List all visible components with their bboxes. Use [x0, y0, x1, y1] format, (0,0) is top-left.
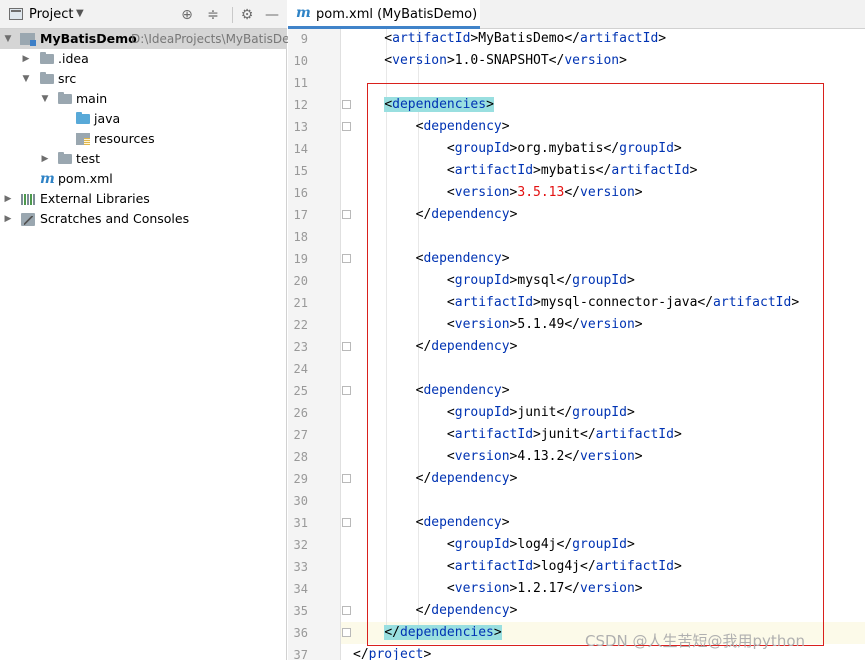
tree-item-label: test	[76, 151, 101, 166]
folder-icon	[40, 52, 54, 64]
project-tool-window: Project ▼ ⊕ ≑ ⚙ — ▼ MyBatisDemo D:\IdeaP…	[0, 0, 290, 660]
maven-icon: m	[296, 5, 311, 21]
folder-icon	[40, 72, 54, 84]
libraries-icon	[21, 194, 36, 205]
line-number: 34	[293, 582, 308, 596]
collapsed-arrow-icon[interactable]: ▶	[40, 149, 50, 169]
fold-marker-icon[interactable]	[342, 386, 351, 395]
tree-item-pom-xml[interactable]: m pom.xml	[0, 169, 287, 189]
fold-marker-icon[interactable]	[342, 100, 351, 109]
tree-item-external-libraries[interactable]: ▶ External Libraries	[0, 189, 287, 209]
resources-folder-icon	[76, 133, 90, 145]
tree-item-test[interactable]: ▶ test	[0, 149, 287, 169]
editor-tab-bar: m pom.xml (MyBatisDemo)	[288, 0, 865, 29]
hide-panel-icon[interactable]: —	[263, 6, 281, 24]
line-number: 32	[293, 538, 308, 552]
line-number: 30	[293, 494, 308, 508]
toolbar-separator	[232, 7, 233, 23]
dependencies-highlight-box	[367, 83, 824, 646]
project-view-icon	[9, 8, 23, 20]
line-number: 10	[293, 54, 308, 68]
code-line[interactable]: </project>	[353, 644, 431, 660]
locate-file-icon[interactable]: ⊕	[178, 6, 196, 24]
tree-item-main[interactable]: ▼ main	[0, 89, 287, 109]
expand-arrow-icon[interactable]: ▼	[21, 69, 31, 89]
tree-item-src[interactable]: ▼ src	[0, 69, 287, 89]
collapsed-arrow-icon[interactable]: ▶	[3, 209, 13, 229]
source-folder-icon	[76, 112, 90, 124]
line-number: 13	[293, 120, 308, 134]
line-number: 28	[293, 450, 308, 464]
line-number: 12	[293, 98, 308, 112]
module-path: D:\IdeaProjects\MyBatisDe	[131, 32, 290, 46]
folder-icon	[58, 92, 72, 104]
fold-marker-icon[interactable]	[342, 606, 351, 615]
line-number: 9	[300, 32, 308, 46]
line-number: 26	[293, 406, 308, 420]
collapse-all-icon[interactable]: ≑	[204, 6, 222, 24]
line-number: 23	[293, 340, 308, 354]
line-number: 20	[293, 274, 308, 288]
chevron-down-icon[interactable]: ▼	[76, 8, 84, 19]
line-number: 31	[293, 516, 308, 530]
tree-item-label: java	[94, 111, 121, 126]
tree-item-resources[interactable]: resources	[0, 129, 287, 149]
line-number: 27	[293, 428, 308, 442]
collapsed-arrow-icon[interactable]: ▶	[21, 49, 31, 69]
fold-marker-icon[interactable]	[342, 342, 351, 351]
watermark: CSDN @人生苦短@我用python	[585, 632, 806, 650]
fold-marker-icon[interactable]	[342, 210, 351, 219]
tree-item-idea[interactable]: ▶ .idea	[0, 49, 287, 69]
fold-marker-icon[interactable]	[342, 628, 351, 637]
line-number: 17	[293, 208, 308, 222]
line-number: 18	[293, 230, 308, 244]
code-line[interactable]: <version>1.0-SNAPSHOT</version>	[353, 50, 627, 72]
maven-icon: m	[40, 171, 55, 187]
project-toolbar: Project ▼ ⊕ ≑ ⚙ —	[0, 0, 287, 29]
line-number: 37	[293, 648, 308, 660]
project-view-selector[interactable]: Project	[29, 7, 73, 22]
expand-arrow-icon[interactable]: ▼	[40, 89, 50, 109]
fold-marker-icon[interactable]	[342, 474, 351, 483]
line-number: 33	[293, 560, 308, 574]
line-number: 36	[293, 626, 308, 640]
tab-pom-xml[interactable]: m pom.xml (MyBatisDemo)	[288, 0, 480, 29]
collapsed-arrow-icon[interactable]: ▶	[3, 189, 13, 209]
folder-icon	[58, 152, 72, 164]
line-number: 11	[293, 76, 308, 90]
line-number: 24	[293, 362, 308, 376]
line-number: 21	[293, 296, 308, 310]
line-number: 25	[293, 384, 308, 398]
line-number: 14	[293, 142, 308, 156]
fold-marker-icon[interactable]	[342, 254, 351, 263]
tree-item-label: pom.xml	[58, 171, 113, 186]
fold-marker-icon[interactable]	[342, 518, 351, 527]
line-number: 22	[293, 318, 308, 332]
line-number: 19	[293, 252, 308, 266]
tree-item-scratches[interactable]: ▶ Scratches and Consoles	[0, 209, 287, 229]
code-line[interactable]: <artifactId>MyBatisDemo</artifactId>	[353, 28, 666, 50]
tree-item-java[interactable]: java	[0, 109, 287, 129]
module-folder-icon	[20, 33, 36, 46]
line-number: 16	[293, 186, 308, 200]
fold-marker-icon[interactable]	[342, 122, 351, 131]
tree-item-label: resources	[94, 131, 155, 146]
scratches-icon	[21, 213, 35, 226]
tab-label: pom.xml (MyBatisDemo)	[316, 7, 478, 22]
expand-arrow-icon[interactable]: ▼	[3, 29, 13, 49]
line-number: 15	[293, 164, 308, 178]
tree-item-mybatisdemo[interactable]: ▼ MyBatisDemo D:\IdeaProjects\MyBatisDe	[0, 29, 290, 49]
tree-item-label: .idea	[58, 51, 89, 66]
tree-item-label: MyBatisDemo	[40, 31, 137, 46]
line-number: 29	[293, 472, 308, 486]
line-number: 35	[293, 604, 308, 618]
tree-item-label: Scratches and Consoles	[40, 211, 190, 226]
tree-item-label: External Libraries	[40, 191, 150, 206]
tree-item-label: main	[76, 91, 108, 106]
tree-item-label: src	[58, 71, 77, 86]
gear-icon[interactable]: ⚙	[238, 6, 256, 24]
